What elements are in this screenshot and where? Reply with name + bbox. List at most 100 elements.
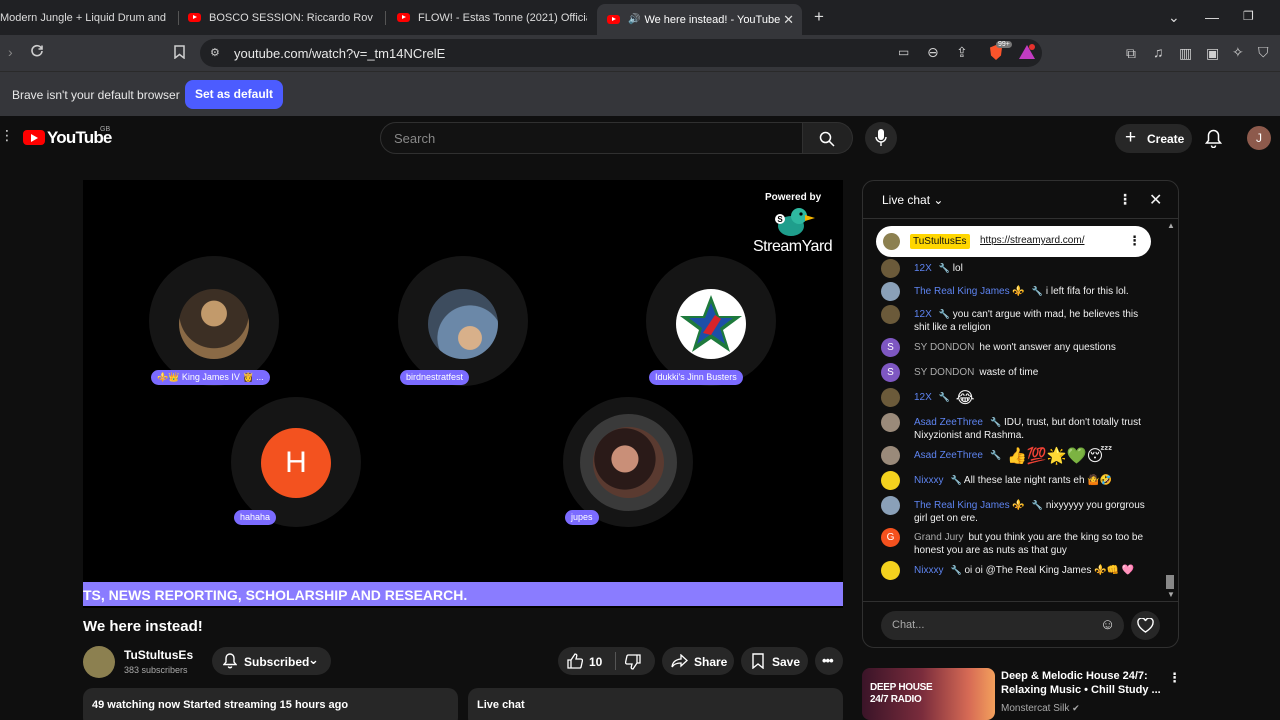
chat-author[interactable]: 12X <box>914 309 932 320</box>
new-tab-button[interactable]: + <box>814 7 824 27</box>
sidebar-icon[interactable]: ▥ <box>1179 45 1192 62</box>
close-tab-icon[interactable]: ✕ <box>783 12 794 28</box>
vpn-icon[interactable]: ⛉ <box>1258 44 1269 61</box>
tab-separator <box>385 11 386 25</box>
chat-author[interactable]: Grand Jury <box>914 532 963 543</box>
search-input[interactable]: Search <box>380 122 803 154</box>
chat-avatar: S <box>881 338 900 357</box>
voice-search-button[interactable] <box>865 122 897 154</box>
chat-author[interactable]: Nixxxy <box>914 475 943 486</box>
wallet-icon[interactable]: ▣ <box>1206 45 1219 62</box>
forward-icon[interactable]: › <box>8 44 13 60</box>
microphone-icon <box>875 129 887 146</box>
send-heart-button[interactable] <box>1131 611 1160 640</box>
chat-scrollbar-thumb[interactable] <box>1166 575 1174 589</box>
save-button[interactable]: Save <box>741 647 808 675</box>
media-icon[interactable]: ♫ <box>1153 44 1164 60</box>
chat-avatar <box>881 388 900 407</box>
restore-icon[interactable]: ❐ <box>1243 9 1254 23</box>
news-ticker: TS, NEWS REPORTING, SCHOLARSHIP AND RESE… <box>83 582 843 606</box>
recommended-video-title[interactable]: Deep & Melodic House 24/7: Relaxing Musi… <box>1001 669 1161 697</box>
brave-rewards-icon[interactable] <box>1018 44 1036 63</box>
extensions-icon[interactable]: ⧉ <box>1126 45 1136 62</box>
chat-author[interactable]: The Real King James ⚜️ <box>914 286 1025 297</box>
dislike-icon[interactable] <box>625 654 641 670</box>
scroll-down-icon[interactable]: ▼ <box>1167 590 1175 599</box>
tab-we-here-instead[interactable]: 🔊 We here instead! - YouTube ✕ <box>597 4 802 35</box>
pinned-message[interactable]: TuStultusEs https://streamyard.com/ ⋮ <box>876 226 1151 257</box>
leo-ai-icon[interactable]: ✧ <box>1232 44 1244 61</box>
chat-author[interactable]: 12X <box>914 392 932 403</box>
channel-avatar[interactable] <box>83 646 115 678</box>
set-as-default-button[interactable]: Set as default <box>185 80 283 109</box>
ticker-text: TS, NEWS REPORTING, SCHOLARSHIP AND RESE… <box>83 587 468 603</box>
tab-search-chevron-icon[interactable]: ⌄ <box>1168 9 1180 26</box>
tab-flow-estas-tonne[interactable]: FLOW! - Estas Tonne (2021) Official <box>397 4 587 31</box>
chat-author[interactable]: The Real King James ⚜️ <box>914 500 1025 511</box>
notifications-bell-icon[interactable] <box>1205 129 1222 148</box>
like-count[interactable]: 10 <box>589 655 602 669</box>
menu-icon[interactable]: ⋮ <box>0 127 14 144</box>
chat-avatar <box>881 282 900 301</box>
chat-author[interactable]: Asad ZeeThree <box>914 450 983 461</box>
tab-modern-jungle[interactable]: Modern Jungle + Liquid Drum and <box>0 4 170 31</box>
browser-tab-bar: Modern Jungle + Liquid Drum and BOSCO SE… <box>0 0 1280 35</box>
chat-text: i left fifa for this lol. <box>1045 286 1129 297</box>
youtube-favicon-icon <box>188 13 201 22</box>
site-settings-icon[interactable]: ⚙ <box>210 46 220 59</box>
chat-more-icon[interactable]: ⋮ <box>1118 191 1132 208</box>
channel-name[interactable]: TuStultusEs <box>124 648 193 662</box>
pinned-link[interactable]: https://streamyard.com/ <box>980 235 1090 246</box>
search-button[interactable] <box>803 122 853 154</box>
region-code: GB <box>100 126 111 133</box>
more-actions-button[interactable]: ••• <box>815 647 843 675</box>
svg-text:S: S <box>777 215 783 224</box>
share-button[interactable]: Share <box>662 647 734 675</box>
tab-title: FLOW! - Estas Tonne (2021) Official <box>418 11 587 24</box>
participant-name-tag: ⚜️👑 King James IV 👸 ... <box>151 370 270 385</box>
reload-icon[interactable] <box>30 44 44 61</box>
chat-author[interactable]: Nixxxy <box>914 565 943 576</box>
like-dislike-group: 10 <box>558 647 655 675</box>
recommended-channel-name[interactable]: Monstercat Silk ✔ <box>1001 703 1080 714</box>
chat-input[interactable]: Chat... ☺ <box>881 611 1124 640</box>
video-player[interactable]: Powered by S StreamYard ⚜️👑 King James I… <box>83 180 843 608</box>
close-chat-icon[interactable]: ✕ <box>1149 190 1162 210</box>
like-icon[interactable] <box>567 653 583 669</box>
participant-name-tag: birdnestratfest <box>400 370 470 385</box>
live-chat-label: Live chat <box>477 699 525 711</box>
description-box[interactable]: 49 watching now Started streaming 15 hou… <box>83 688 458 720</box>
live-chat-replay-box[interactable]: Live chat <box>468 688 843 720</box>
minimize-icon[interactable]: — <box>1205 9 1219 25</box>
chat-author[interactable]: SY DONDON <box>914 342 974 353</box>
zoom-icon[interactable]: ⊖ <box>927 44 939 61</box>
chat-author[interactable]: 12X <box>914 263 932 274</box>
chat-text: he won't answer any questions <box>979 342 1116 353</box>
emoji-picker-icon[interactable]: ☺ <box>1100 616 1115 633</box>
recommended-more-icon[interactable]: ⋮ <box>1168 670 1181 686</box>
recommended-video-thumbnail[interactable]: DEEP HOUSE 24/7 RADIO <box>862 668 995 720</box>
youtube-logo-icon[interactable] <box>23 130 45 145</box>
speaker-icon[interactable]: 🔊 <box>628 14 640 25</box>
heart-icon <box>1137 618 1154 633</box>
save-label: Save <box>772 655 801 669</box>
pinned-more-icon[interactable]: ⋮ <box>1128 233 1141 249</box>
bookmark-icon[interactable] <box>174 45 185 62</box>
participant-name-tag: Idukki's Jinn Busters <box>649 370 743 385</box>
chat-mode-selector[interactable]: Live chat ⌄ <box>882 193 943 207</box>
moderator-wrench-icon: 🔧 <box>938 263 951 273</box>
thumbnail-text-line1: DEEP HOUSE <box>870 682 933 693</box>
star-logo-icon <box>680 295 742 352</box>
omnibox[interactable]: ⚙ youtube.com/watch?v=_tm14NCrelE ▭ ⊖ ⇪ … <box>200 39 1042 67</box>
plus-icon: + <box>1125 127 1137 148</box>
share-page-icon[interactable]: ⇪ <box>956 44 968 61</box>
create-button[interactable]: + Create <box>1115 124 1192 153</box>
account-avatar[interactable]: J <box>1247 126 1271 150</box>
cast-icon[interactable]: ▭ <box>898 45 909 59</box>
tab-bosco-session[interactable]: BOSCO SESSION: Riccardo Roveda <box>188 4 373 31</box>
chat-author[interactable]: Asad ZeeThree <box>914 417 983 428</box>
live-chat-panel: Live chat ⌄ ⋮ ✕ TuStultusEs https://stre… <box>862 180 1179 648</box>
chat-author[interactable]: SY DONDON <box>914 367 974 378</box>
subscribed-button[interactable]: Subscribed ⌄ <box>212 647 331 675</box>
scroll-up-icon[interactable]: ▲ <box>1167 221 1175 230</box>
